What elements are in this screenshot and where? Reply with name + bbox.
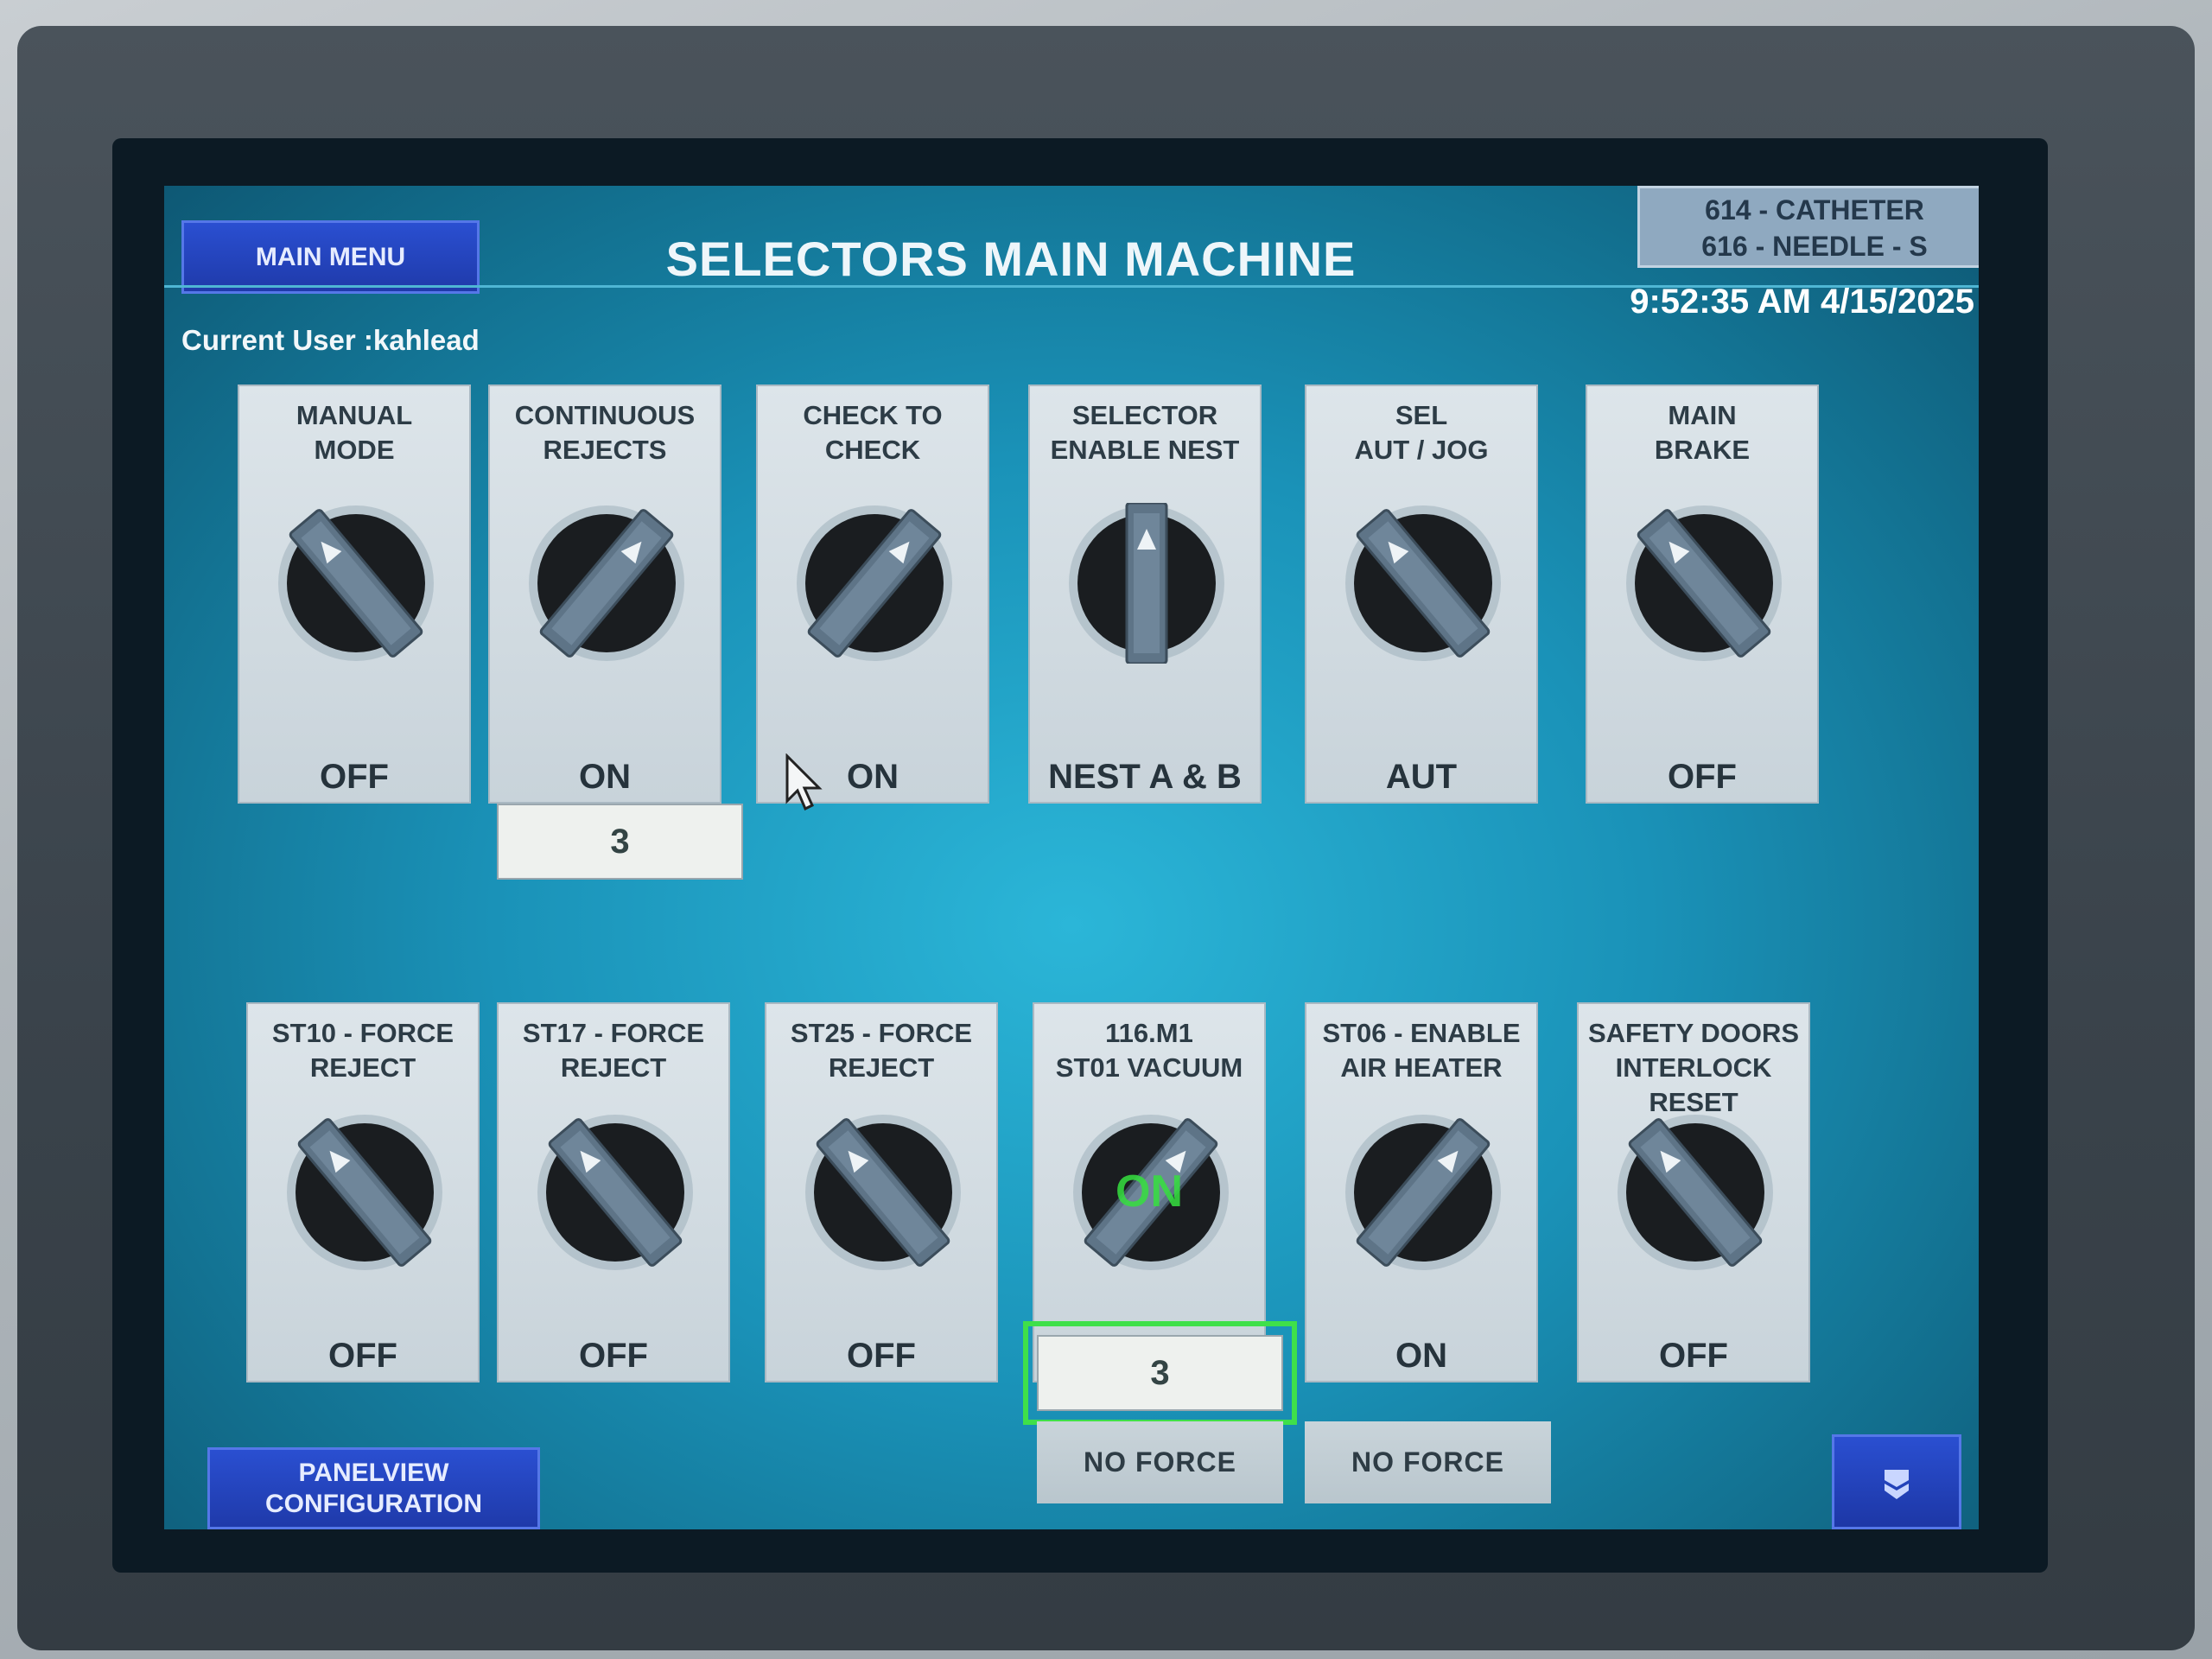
page-down-button[interactable]	[1832, 1434, 1961, 1529]
panelview-label-line1: PANELVIEW	[298, 1458, 449, 1487]
top-selector-5[interactable]: SEL AUT / JOG AUT	[1305, 385, 1538, 804]
selector-title: SEL AUT / JOG	[1306, 398, 1536, 467]
selector-title-line: CHECK	[824, 435, 921, 465]
selector-title: ST10 - FORCE REJECT	[248, 1016, 478, 1085]
selector-title-line: ST06 - ENABLE	[1322, 1018, 1521, 1048]
selector-knob-icon[interactable]	[794, 503, 955, 664]
datetime-display: 9:52:35 AM 4/15/2025	[1630, 283, 1974, 321]
air-heater-no-force-status: NO FORCE	[1305, 1421, 1551, 1503]
selector-title-line: AUT / JOG	[1354, 435, 1489, 465]
selector-knob-icon[interactable]	[276, 503, 436, 664]
top-selector-1[interactable]: MANUAL MODE OFF	[238, 385, 471, 804]
selector-knob-icon[interactable]	[1624, 503, 1784, 664]
selector-title: ST17 - FORCE REJECT	[499, 1016, 728, 1085]
selector-knob-icon[interactable]	[1066, 503, 1227, 664]
bottom-selector-2[interactable]: ST17 - FORCE REJECT OFF	[497, 1002, 730, 1382]
selector-knob-icon[interactable]	[1343, 503, 1503, 664]
selector-title-line: MAIN	[1668, 400, 1737, 430]
main-menu-button[interactable]: MAIN MENU	[181, 220, 480, 294]
selector-knob-icon[interactable]	[535, 1112, 696, 1273]
selector-title-line: MODE	[314, 435, 395, 465]
selector-title-line: REJECTS	[543, 435, 667, 465]
vacuum-count-field[interactable]: 3	[1023, 1321, 1297, 1425]
product-line-2: 616 - NEEDLE - S	[1701, 231, 1928, 262]
selector-title-line: ST17 - FORCE	[522, 1018, 705, 1048]
selector-knob-icon[interactable]	[526, 503, 687, 664]
selector-title-line: INTERLOCK	[1615, 1052, 1772, 1083]
selector-title-line: SAFETY DOORS	[1587, 1018, 1800, 1048]
selector-state: AUT	[1385, 758, 1458, 796]
selector-knob-icon[interactable]	[284, 1112, 445, 1273]
selector-title-line: MANUAL	[296, 400, 413, 430]
selector-state: OFF	[328, 1337, 397, 1375]
selector-title-line: REJECT	[560, 1052, 667, 1083]
selector-title-line: ST01 VACUUM	[1055, 1052, 1243, 1083]
panelview-label-line2: CONFIGURATION	[264, 1489, 483, 1518]
selector-state: OFF	[1668, 758, 1737, 796]
selector-title-line: REJECT	[828, 1052, 935, 1083]
current-user-label: Current User :kahlead	[181, 324, 480, 356]
bottom-selector-1[interactable]: ST10 - FORCE REJECT OFF	[246, 1002, 480, 1382]
selector-title-line: CHECK TO	[803, 400, 943, 430]
product-line-1: 614 - CATHETER	[1705, 194, 1924, 226]
selector-title: ST25 - FORCE REJECT	[766, 1016, 996, 1085]
selector-state: OFF	[847, 1337, 916, 1375]
selector-title-line: ST25 - FORCE	[790, 1018, 973, 1048]
on-indicator: ON	[1116, 1166, 1183, 1217]
selector-title-line: ENABLE NEST	[1050, 435, 1240, 465]
bottom-selector-5[interactable]: ST06 - ENABLE AIR HEATER ON	[1305, 1002, 1538, 1382]
selector-knob-icon[interactable]	[1615, 1112, 1776, 1273]
mouse-cursor-icon	[785, 753, 823, 811]
hmi-screen: MAIN MENU SELECTORS MAIN MACHINE 614 - C…	[164, 186, 1979, 1529]
product-indicator: 614 - CATHETER 616 - NEEDLE - S	[1637, 186, 1979, 268]
selector-title-line: REJECT	[309, 1052, 416, 1083]
selector-title-line: SELECTOR	[1071, 400, 1218, 430]
selector-state: OFF	[320, 758, 389, 796]
selector-title-line: SEL	[1395, 400, 1448, 430]
panelview-configuration-button[interactable]: PANELVIEW CONFIGURATION	[207, 1447, 540, 1529]
selector-title: MAIN BRAKE	[1587, 398, 1817, 467]
selector-title: SAFETY DOORS INTERLOCK RESET	[1579, 1016, 1808, 1120]
selector-state: ON	[579, 758, 631, 796]
selector-title-line: AIR HEATER	[1340, 1052, 1503, 1083]
selector-title: CHECK TO CHECK	[758, 398, 988, 467]
selector-title-line: CONTINUOUS	[514, 400, 696, 430]
selector-title: MANUAL MODE	[239, 398, 469, 467]
selector-title-line: BRAKE	[1654, 435, 1751, 465]
selector-title: SELECTOR ENABLE NEST	[1030, 398, 1260, 467]
selector-state: OFF	[579, 1337, 648, 1375]
selector-title: 116.M1 ST01 VACUUM	[1034, 1016, 1264, 1085]
selector-title-line: 116.M1	[1105, 1018, 1193, 1048]
bottom-selector-4[interactable]: 116.M1 ST01 VACUUM ON	[1033, 1002, 1266, 1382]
bottom-selector-3[interactable]: ST25 - FORCE REJECT OFF	[765, 1002, 998, 1382]
selector-title-line: ST10 - FORCE	[271, 1018, 454, 1048]
selector-title: CONTINUOUS REJECTS	[490, 398, 720, 467]
selector-knob-icon[interactable]	[803, 1112, 963, 1273]
bottom-selector-6[interactable]: SAFETY DOORS INTERLOCK RESET OFF	[1577, 1002, 1810, 1382]
selector-state: ON	[1395, 1337, 1447, 1375]
top-selector-4[interactable]: SELECTOR ENABLE NEST NEST A & B	[1028, 385, 1262, 804]
selector-state: OFF	[1659, 1337, 1728, 1375]
selector-knob-icon[interactable]	[1343, 1112, 1503, 1273]
top-selector-3[interactable]: CHECK TO CHECK ON	[756, 385, 989, 804]
selector-state: NEST A & B	[1048, 758, 1242, 796]
top-selector-2[interactable]: CONTINUOUS REJECTS ON	[488, 385, 721, 804]
continuous-rejects-count-field[interactable]: 3	[497, 804, 743, 880]
selector-title: ST06 - ENABLE AIR HEATER	[1306, 1016, 1536, 1085]
chevron-down-icon	[1885, 1470, 1909, 1499]
top-selector-6[interactable]: MAIN BRAKE OFF	[1586, 385, 1819, 804]
vacuum-no-force-status: NO FORCE	[1037, 1421, 1283, 1503]
